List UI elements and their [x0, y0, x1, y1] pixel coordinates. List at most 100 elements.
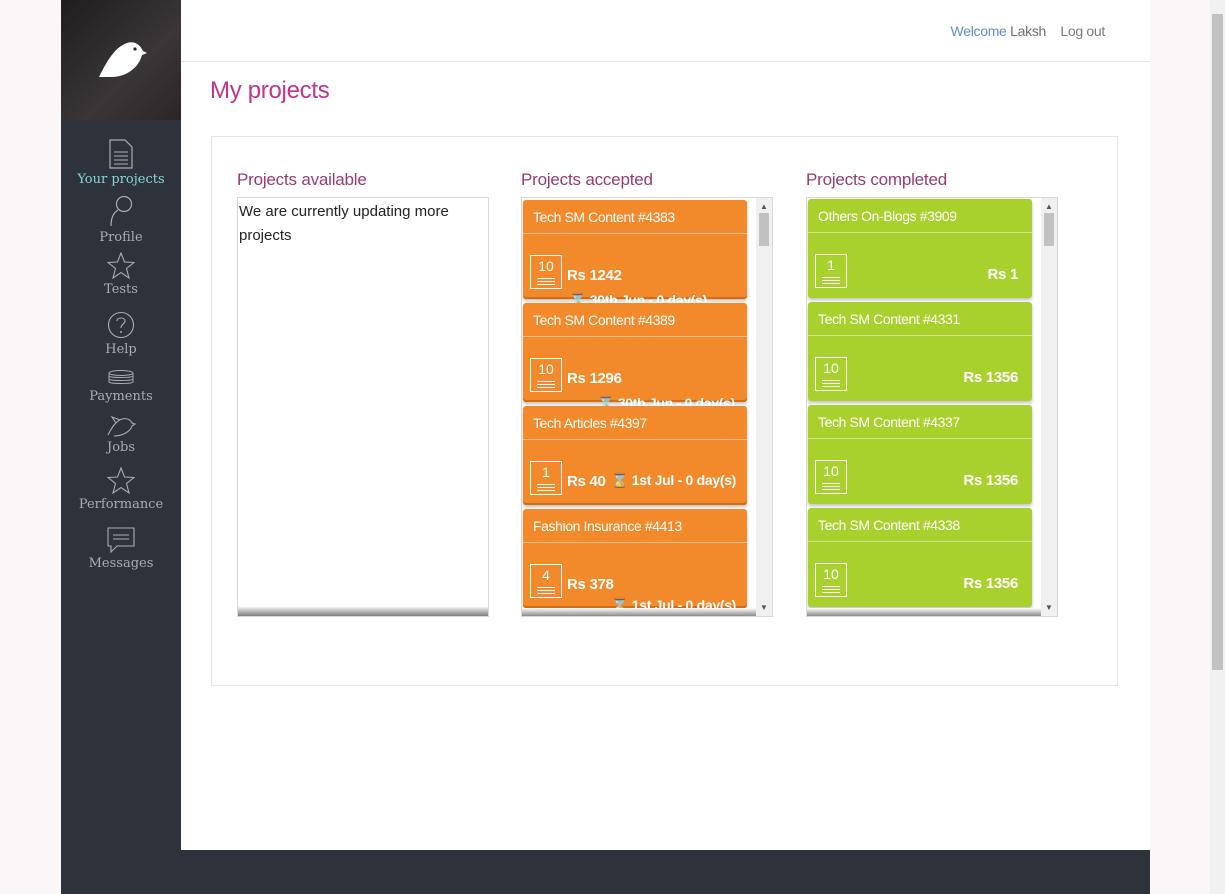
quantity-badge: 1: [530, 461, 562, 495]
card-title: Tech SM Content #4337: [818, 414, 960, 430]
accepted-scrollbar[interactable]: ▲ ▼: [756, 198, 772, 616]
card-divider: [808, 541, 1032, 542]
card-divider: [523, 439, 747, 440]
scroll-up-icon[interactable]: ▲: [1045, 202, 1053, 211]
sidebar-item-help[interactable]: Help: [61, 311, 181, 357]
sidebar-item-label: Profile: [99, 230, 143, 245]
completed-scrollbar[interactable]: ▲ ▼: [1041, 198, 1057, 616]
card-price: Rs 1242: [567, 267, 622, 284]
projects-completed-list[interactable]: Others On-Blogs #3909 1 Rs 1 Tech SM Con…: [806, 197, 1058, 617]
quantity-value: 10: [823, 463, 839, 479]
column-title-completed: Projects completed: [806, 170, 947, 189]
column-title-accepted: Projects accepted: [521, 170, 653, 189]
sidebar-item-label: Payments: [89, 389, 153, 404]
sidebar-item-profile[interactable]: Profile: [61, 195, 181, 245]
sidebar-item-performance[interactable]: Performance: [61, 467, 181, 512]
list-bottom-shade: [238, 606, 488, 616]
sidebar-item-your-projects[interactable]: Your projects: [61, 139, 181, 187]
project-card[interactable]: Others On-Blogs #3909 1 Rs 1: [808, 199, 1032, 298]
quantity-badge: 10: [530, 358, 562, 392]
coins-icon: [108, 370, 134, 384]
stack-icon: [822, 483, 840, 490]
scroll-down-icon[interactable]: ▼: [760, 603, 768, 612]
project-card[interactable]: Fashion Insurance #4413 4 Rs 378 ⌛ 1st J…: [523, 509, 747, 613]
hourglass-icon: ⌛: [611, 472, 629, 488]
card-price: Rs 40: [567, 473, 606, 490]
quantity-badge: 4: [530, 564, 562, 598]
star-icon: [107, 467, 135, 494]
page-title: My projects: [210, 77, 330, 104]
bird-icon: [107, 415, 136, 437]
scroll-thumb[interactable]: [759, 213, 769, 246]
sidebar-item-payments[interactable]: Payments: [61, 370, 181, 404]
quantity-badge: 10: [815, 460, 847, 494]
project-card[interactable]: Tech SM Content #4383 10 Rs 1242 ⌛ 30th …: [523, 200, 747, 308]
scroll-thumb[interactable]: [1044, 213, 1054, 246]
list-bottom-shade: [522, 608, 756, 616]
page-scroll-thumb[interactable]: [1212, 14, 1223, 670]
card-divider: [808, 438, 1032, 439]
sidebar-item-label: Tests: [104, 282, 138, 297]
question-icon: [107, 311, 135, 339]
stack-icon: [537, 484, 555, 491]
quantity-value: 1: [542, 464, 550, 480]
card-title: Fashion Insurance #4413: [533, 518, 682, 534]
star-icon: [107, 252, 135, 279]
card-price: Rs 1356: [963, 472, 1018, 489]
sidebar-item-label: Help: [105, 342, 137, 357]
stack-icon: [822, 586, 840, 593]
card-price: Rs 378: [567, 576, 614, 593]
project-card[interactable]: Tech SM Content #4389 10 Rs 1296 ⌛ 30th …: [523, 303, 747, 411]
sidebar: Your projects Profile Tests Help Payment…: [61, 0, 181, 894]
logo[interactable]: [61, 0, 181, 120]
card-price: Rs 1356: [963, 575, 1018, 592]
project-card[interactable]: Tech SM Content #4337 10 Rs 1356: [808, 405, 1032, 504]
stack-icon: [822, 380, 840, 387]
card-title: Tech SM Content #4338: [818, 517, 960, 533]
card-price: Rs 1: [987, 266, 1019, 283]
empty-message: We are currently updating more projects: [239, 203, 449, 244]
card-divider: [808, 335, 1032, 336]
logout-link[interactable]: Log out: [1060, 23, 1105, 39]
card-divider: [808, 232, 1032, 233]
message-icon: [107, 527, 135, 553]
card-title: Others On-Blogs #3909: [818, 208, 957, 224]
quantity-value: 4: [542, 567, 550, 583]
card-title: Tech SM Content #4383: [533, 209, 675, 225]
sidebar-item-label: Jobs: [106, 440, 136, 455]
scroll-up-icon[interactable]: ▲: [760, 202, 768, 211]
card-divider: [523, 542, 747, 543]
card-price: Rs 1356: [963, 369, 1018, 386]
deadline-text: 1st Jul - 0 day(s): [631, 472, 737, 488]
sidebar-item-tests[interactable]: Tests: [61, 252, 181, 297]
card-title: Tech SM Content #4389: [533, 312, 675, 328]
project-card[interactable]: Tech Articles #4397 1 Rs 40 ⌛ 1st Jul - …: [523, 406, 747, 505]
sidebar-item-messages[interactable]: Messages: [61, 527, 181, 571]
quantity-value: 10: [823, 566, 839, 582]
card-divider: [523, 233, 747, 234]
project-card[interactable]: Tech SM Content #4338 10 Rs 1356: [808, 508, 1032, 607]
projects-accepted-list[interactable]: Tech SM Content #4383 10 Rs 1242 ⌛ 30th …: [521, 197, 773, 617]
sidebar-item-label: Your projects: [77, 172, 165, 187]
scroll-down-icon[interactable]: ▼: [1045, 603, 1053, 612]
projects-available-list[interactable]: We are currently updating more projects: [237, 197, 489, 617]
quantity-badge: 10: [815, 357, 847, 391]
stack-icon: [537, 381, 555, 388]
top-bar: Welcome Laksh Log out: [181, 0, 1150, 62]
card-deadline: ⌛ 1st Jul - 0 day(s): [611, 472, 736, 489]
quantity-value: 10: [823, 360, 839, 376]
quantity-value: 10: [538, 361, 554, 377]
sidebar-item-label: Messages: [88, 556, 154, 571]
quantity-badge: 10: [815, 563, 847, 597]
document-icon: [109, 139, 133, 169]
stack-icon: [537, 587, 555, 594]
card-title: Tech SM Content #4331: [818, 311, 960, 327]
sidebar-item-jobs[interactable]: Jobs: [61, 415, 181, 455]
welcome-label: Welcome: [950, 23, 1007, 39]
bird-logo-icon: [99, 42, 147, 77]
card-title: Tech Articles #4397: [533, 415, 647, 431]
page-scrollbar[interactable]: [1210, 0, 1225, 894]
project-card[interactable]: Tech SM Content #4331 10 Rs 1356: [808, 302, 1032, 401]
welcome-message: Welcome Laksh: [950, 23, 1047, 39]
footer: [61, 850, 1150, 894]
